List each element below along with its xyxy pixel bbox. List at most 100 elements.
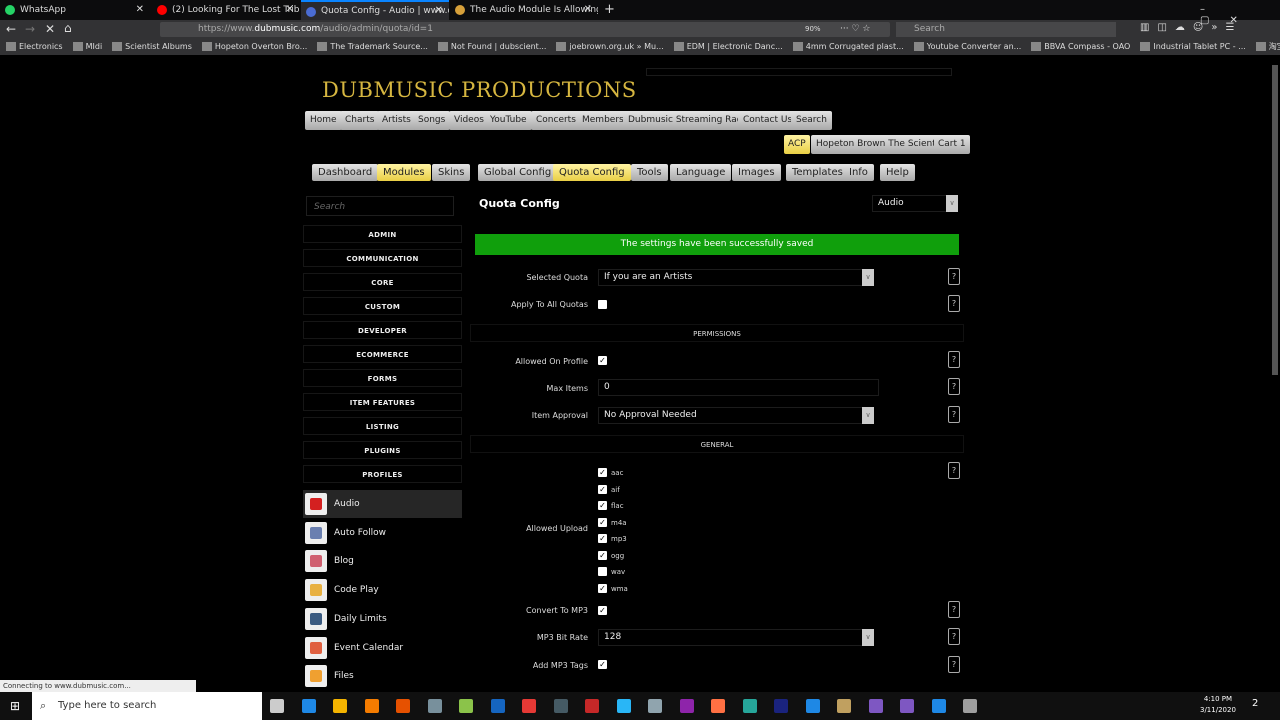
admin-tab-quota-config[interactable]: Quota Config [553,164,631,181]
admin-tab-tools[interactable]: Tools [631,164,668,181]
item-approval-select[interactable]: No Approval Needed ∨ [598,407,874,424]
help-button[interactable]: ? [948,378,960,395]
nav-search[interactable]: Search [791,111,832,130]
help-button[interactable]: ? [948,656,960,673]
taskbar-app-icon[interactable] [774,699,788,713]
taskbar-app-icon[interactable] [742,699,757,713]
nav-artists[interactable]: Artists [377,111,416,130]
admin-tab-skins[interactable]: Skins [432,164,471,181]
bitrate-select[interactable]: 128 ∨ [598,629,874,646]
help-button[interactable]: ? [948,462,960,479]
taskbar-app-icon[interactable] [553,699,568,713]
nav-concerts[interactable]: Concerts [531,111,581,130]
sidebar-module-daily-limits[interactable]: Daily Limits [303,605,462,633]
taskbar-app-icon[interactable] [805,699,820,713]
sidebar-category-developer[interactable]: DEVELOPER [303,321,462,339]
new-tab-button[interactable]: + [600,0,620,20]
sidebar-category-item-features[interactable]: ITEM FEATURES [303,393,462,411]
sidebar-category-communication[interactable]: COMMUNICATION [303,249,462,267]
selected-quota-select[interactable]: If you are an Artists ∨ [598,269,874,286]
bookmark-item[interactable]: The Trademark Source... [317,39,428,55]
extension-checkbox-aif[interactable]: ✓ [598,484,607,494]
page-actions-icon[interactable]: ··· ♡ ☆ [840,22,870,37]
extension-checkbox-wav[interactable] [598,567,607,576]
module-select[interactable]: Audio ∨ [872,195,958,212]
taskbar-app-icon[interactable] [868,699,883,713]
bookmark-item[interactable]: EDM | Electronic Danc... [673,39,783,55]
url-bar[interactable]: https://www.dubmusic.com/audio/admin/quo… [160,22,890,37]
acp-button[interactable]: ACP [784,135,810,154]
taskbar-app-icon[interactable] [459,699,473,713]
extension-checkbox-wma[interactable]: ✓ [598,583,607,593]
taskbar-app-icon[interactable] [396,699,410,713]
taskbar-app-icon[interactable] [490,699,505,713]
sidebar-category-profiles[interactable]: PROFILES [303,465,462,483]
zoom-level[interactable]: 90% [805,22,821,37]
scrollbar[interactable] [1270,55,1280,692]
nav-youtube[interactable]: YouTube [485,111,532,130]
taskbar-app-icon[interactable] [900,699,914,713]
nav-dubmusic-streaming-radio[interactable]: Dubmusic Streaming Radio [623,111,756,130]
browser-tab[interactable]: The Audio Module Is Allowing ✕ [450,0,598,20]
convert-mp3-checkbox[interactable]: ✓ [598,606,607,615]
taskbar-app-icon[interactable] [364,699,379,713]
bookmark-item[interactable]: Scientist Albums [112,39,192,55]
taskbar-search[interactable]: ⌕ Type here to search [32,692,262,720]
bookmark-item[interactable]: 4mm Corrugated plast... [792,39,904,55]
admin-tab-info[interactable]: Info [843,164,874,181]
extension-checkbox-mp3[interactable]: ✓ [598,534,607,543]
windows-start-icon[interactable]: ⊞ [10,699,20,713]
sidebar-category-listing[interactable]: LISTING [303,417,462,435]
window-controls[interactable]: –▢✕ [1200,4,1280,26]
extension-checkbox-m4a[interactable]: ✓ [598,517,607,527]
bookmark-item[interactable]: BBVA Compass - OAO [1031,39,1130,55]
bookmark-item[interactable]: 淘宝网 [1255,39,1280,55]
apply-all-checkbox[interactable] [598,300,607,309]
notification-icon[interactable]: 2 [1252,698,1258,709]
admin-tab-language[interactable]: Language [670,164,732,181]
taskbar-app-icon[interactable] [711,699,725,713]
taskbar-app-icon[interactable] [522,699,536,713]
taskbar-app-icon[interactable] [963,699,977,713]
bookmark-item[interactable]: Electronics [6,39,63,55]
bookmark-item[interactable]: Not Found | dubscient... [437,39,546,55]
taskbar-app-icon[interactable] [837,699,851,713]
sidebar-category-admin[interactable]: ADMIN [303,225,462,243]
home-icon[interactable]: ⌂ [64,21,72,35]
sidebar-module-files[interactable]: Files [303,662,462,690]
browser-tab[interactable]: Quota Config - Audio | www.dubmusic✕ [301,0,449,20]
taskbar-app-icon[interactable] [931,699,946,713]
taskbar-app-icon[interactable] [679,699,694,713]
sidebar-category-forms[interactable]: FORMS [303,369,462,387]
help-button[interactable]: ? [948,406,960,423]
taskbar-app-icon[interactable] [427,699,442,713]
extension-checkbox-flac[interactable]: ✓ [598,501,607,510]
close-icon[interactable]: ✕ [584,0,592,20]
close-icon[interactable]: ✕ [136,0,144,20]
extension-checkbox-aac[interactable]: ✓ [598,468,607,477]
sidebar-module-event-calendar[interactable]: Event Calendar [303,634,462,662]
max-items-input[interactable]: 0 [598,379,879,396]
scrollbar-thumb[interactable] [1272,65,1278,375]
nav-home[interactable]: Home [305,111,342,130]
clock[interactable]: 4:10 PM 3/11/2020 [1200,694,1236,716]
admin-tab-images[interactable]: Images [732,164,781,181]
help-button[interactable]: ? [948,268,960,285]
admin-tab-global-config[interactable]: Global Config [478,164,558,181]
site-logo[interactable]: DUBMUSIC PRODUCTIONS [322,78,637,102]
sidebar-module-auto-follow[interactable]: Auto Follow [303,519,462,547]
nav-members[interactable]: Members [577,111,629,130]
help-button[interactable]: ? [948,628,960,645]
nav-videos[interactable]: Videos [449,111,489,130]
admin-tab-templates[interactable]: Templates [786,164,849,181]
admin-tab-modules[interactable]: Modules [377,164,431,181]
help-button[interactable]: ? [948,601,960,618]
help-button[interactable]: ? [948,295,960,312]
sidebar-category-custom[interactable]: CUSTOM [303,297,462,315]
close-icon[interactable]: ✕ [435,2,443,20]
extension-checkbox-ogg[interactable]: ✓ [598,550,607,560]
forward-icon[interactable]: → [25,22,35,36]
admin-tab-help[interactable]: Help [880,164,915,181]
nav-songs[interactable]: Songs [413,111,451,130]
admin-tab-dashboard[interactable]: Dashboard [312,164,379,181]
